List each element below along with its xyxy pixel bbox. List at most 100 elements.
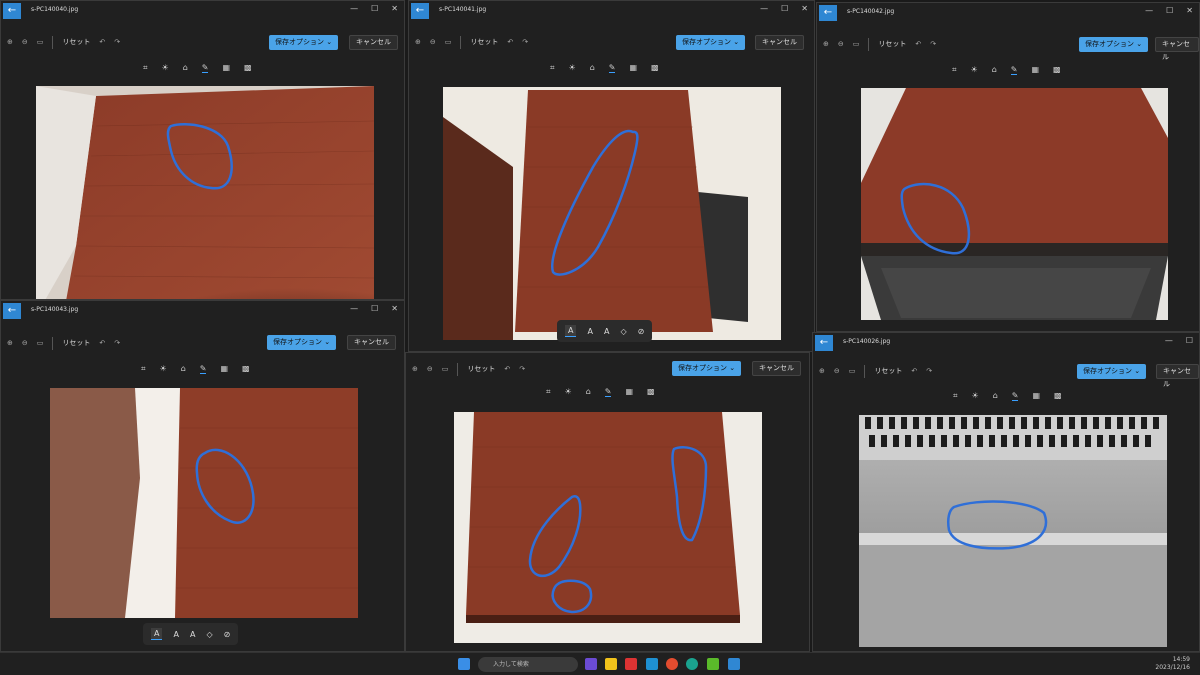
fit-icon[interactable]: ▭	[853, 40, 860, 48]
zoom-out-icon[interactable]: ⊖	[430, 38, 436, 46]
zoom-out-icon[interactable]: ⊖	[22, 38, 28, 46]
reset-button[interactable]: リセット	[470, 37, 498, 47]
crop-icon[interactable]: ⌗	[952, 65, 957, 75]
zoom-in-icon[interactable]: ⊕	[7, 38, 13, 46]
app-icon[interactable]	[585, 658, 597, 670]
zoom-out-icon[interactable]: ⊖	[427, 365, 433, 373]
undo-icon[interactable]: ↶	[911, 367, 917, 375]
cancel-button[interactable]: キャンセル	[1155, 37, 1199, 61]
cancel-button[interactable]: キャンセル	[349, 35, 398, 50]
maximize-button[interactable]: ☐	[371, 304, 378, 313]
minimize-button[interactable]: —	[350, 304, 358, 313]
pencil-icon[interactable]: A	[173, 630, 178, 639]
folder-icon[interactable]	[605, 658, 617, 670]
fit-icon[interactable]: ▭	[442, 365, 449, 373]
zoom-out-icon[interactable]: ⊖	[834, 367, 840, 375]
adjust-icon[interactable]: ☀	[162, 63, 169, 73]
save-options-button[interactable]: 保存オプション ⌄	[672, 361, 742, 376]
maximize-button[interactable]: ☐	[371, 4, 378, 13]
reset-button[interactable]: リセット	[878, 39, 906, 49]
zoom-in-icon[interactable]: ⊕	[415, 38, 421, 46]
adjust-icon[interactable]: ☀	[971, 65, 978, 75]
filter-icon[interactable]: ⌂	[181, 364, 186, 374]
zoom-out-icon[interactable]: ⊖	[838, 40, 844, 48]
cancel-button[interactable]: キャンセル	[752, 361, 801, 376]
save-options-button[interactable]: 保存オプション ⌄	[676, 35, 746, 50]
close-button[interactable]: ✕	[801, 4, 808, 13]
close-button[interactable]: ✕	[391, 4, 398, 13]
fit-icon[interactable]: ▭	[445, 38, 452, 46]
fit-icon[interactable]: ▭	[37, 38, 44, 46]
back-button[interactable]: ←	[815, 335, 833, 351]
maximize-button[interactable]: ☐	[781, 4, 788, 13]
markup-icon[interactable]: ✎	[199, 364, 207, 374]
reset-button[interactable]: リセット	[467, 364, 495, 374]
filter-icon[interactable]: ⌂	[590, 63, 595, 73]
reset-button[interactable]: リセット	[62, 338, 90, 348]
redo-icon[interactable]: ↷	[114, 339, 120, 347]
redo-icon[interactable]: ↷	[114, 38, 120, 46]
clear-icon[interactable]: ⊘	[224, 630, 231, 639]
markup-icon[interactable]: ✎	[1011, 391, 1019, 401]
erase-icon[interactable]: ▦	[1032, 391, 1040, 401]
filter-icon[interactable]: ⌂	[993, 391, 998, 401]
save-options-button[interactable]: 保存オプション ⌄	[269, 35, 339, 50]
filter-icon[interactable]: ⌂	[586, 387, 591, 397]
background-icon[interactable]: ▩	[1053, 65, 1061, 75]
ballpoint-pen-icon[interactable]: A	[151, 628, 163, 640]
background-icon[interactable]: ▩	[242, 364, 250, 374]
maximize-button[interactable]: ☐	[1166, 6, 1173, 15]
background-icon[interactable]: ▩	[244, 63, 252, 73]
highlighter-icon[interactable]: A	[190, 630, 195, 639]
photos-icon[interactable]	[728, 658, 740, 670]
minimize-button[interactable]: —	[760, 4, 768, 13]
clear-icon[interactable]: ⊘	[638, 327, 645, 336]
cancel-button[interactable]: キャンセル	[755, 35, 804, 50]
crop-icon[interactable]: ⌗	[550, 63, 555, 73]
filter-icon[interactable]: ⌂	[992, 65, 997, 75]
highlighter-icon[interactable]: A	[604, 327, 609, 336]
fit-icon[interactable]: ▭	[37, 339, 44, 347]
redo-icon[interactable]: ↷	[522, 38, 528, 46]
adjust-icon[interactable]: ☀	[160, 364, 167, 374]
chrome-icon[interactable]	[666, 658, 678, 670]
cancel-button[interactable]: キャンセル	[1156, 364, 1199, 388]
minimize-button[interactable]: —	[350, 4, 358, 13]
eraser-icon[interactable]: ◇	[620, 327, 626, 336]
zoom-in-icon[interactable]: ⊕	[819, 367, 825, 375]
undo-icon[interactable]: ↶	[504, 365, 510, 373]
undo-icon[interactable]: ↶	[99, 339, 105, 347]
background-icon[interactable]: ▩	[651, 63, 659, 73]
pencil-icon[interactable]: A	[587, 327, 592, 336]
markup-icon[interactable]: ✎	[1010, 65, 1018, 75]
adjust-icon[interactable]: ☀	[972, 391, 979, 401]
redo-icon[interactable]: ↷	[930, 40, 936, 48]
erase-icon[interactable]: ▦	[222, 63, 230, 73]
adjust-icon[interactable]: ☀	[565, 387, 572, 397]
undo-icon[interactable]: ↶	[507, 38, 513, 46]
markup-icon[interactable]: ✎	[608, 63, 616, 73]
app-icon[interactable]	[646, 658, 658, 670]
search-box[interactable]: 入力して検索	[478, 657, 578, 672]
reset-button[interactable]: リセット	[874, 366, 902, 376]
app-icon[interactable]	[625, 658, 637, 670]
back-button[interactable]: ←	[3, 303, 21, 319]
save-options-button[interactable]: 保存オプション ⌄	[1077, 364, 1147, 379]
zoom-in-icon[interactable]: ⊕	[823, 40, 829, 48]
save-options-button[interactable]: 保存オプション ⌄	[267, 335, 337, 350]
zoom-out-icon[interactable]: ⊖	[22, 339, 28, 347]
maximize-button[interactable]: ☐	[1186, 336, 1193, 345]
zoom-in-icon[interactable]: ⊕	[7, 339, 13, 347]
markup-icon[interactable]: ✎	[604, 387, 612, 397]
crop-icon[interactable]: ⌗	[953, 391, 958, 401]
zoom-in-icon[interactable]: ⊕	[412, 365, 418, 373]
background-icon[interactable]: ▩	[1054, 391, 1062, 401]
app-icon[interactable]	[707, 658, 719, 670]
back-button[interactable]: ←	[3, 3, 21, 19]
background-icon[interactable]: ▩	[647, 387, 655, 397]
minimize-button[interactable]: —	[1165, 336, 1173, 345]
markup-icon[interactable]: ✎	[201, 63, 209, 73]
eraser-icon[interactable]: ◇	[206, 630, 212, 639]
undo-icon[interactable]: ↶	[915, 40, 921, 48]
start-icon[interactable]	[458, 658, 470, 670]
